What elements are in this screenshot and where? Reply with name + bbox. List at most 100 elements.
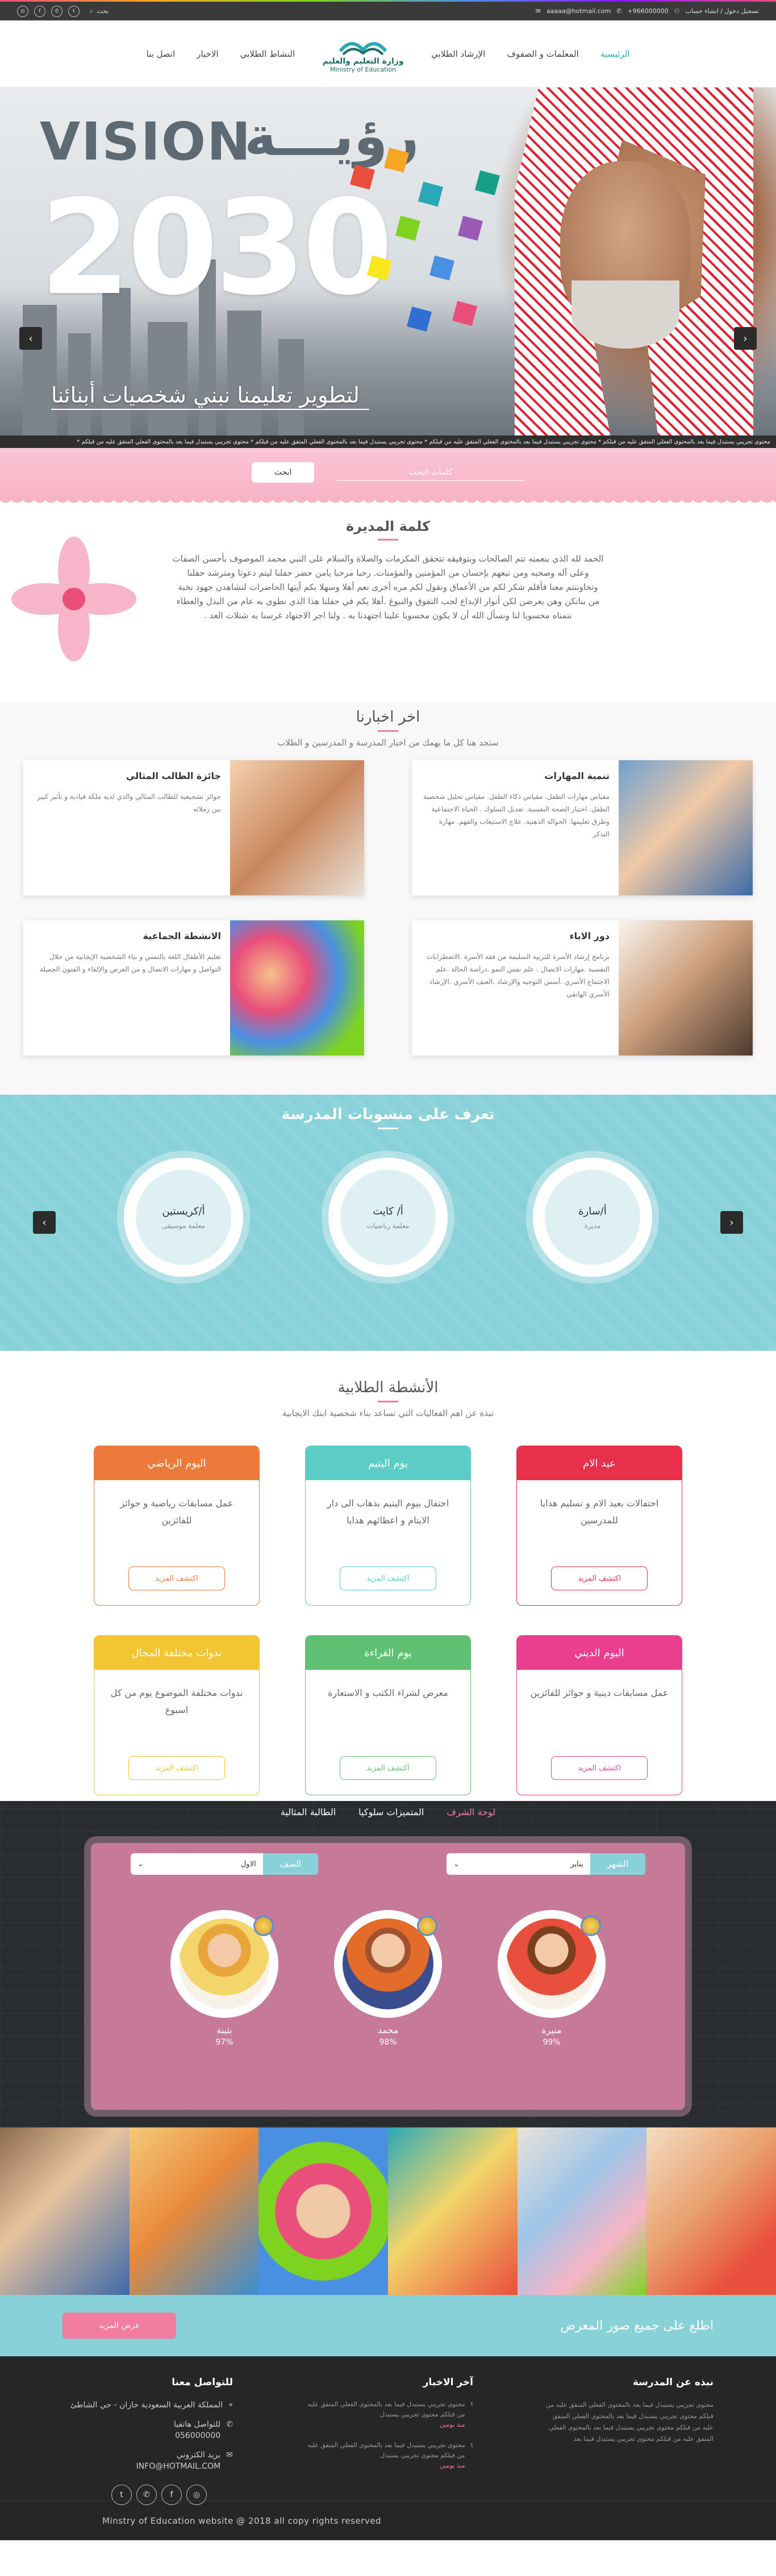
discover-more-button[interactable]: اكتشف المزيد (340, 1756, 436, 1780)
month-select-value: ⌄ يناير (447, 1860, 590, 1869)
gallery-image[interactable] (0, 2127, 130, 2295)
whatsapp-icon[interactable]: ✆ (51, 5, 62, 17)
color-square (429, 255, 455, 281)
tab-behavior[interactable]: المتميزات سلوكيا (358, 1807, 424, 1817)
instagram-icon[interactable]: ◎ (17, 5, 28, 17)
student-score: 97% (215, 2038, 233, 2047)
nav-guidance[interactable]: الإرشاد الطلابي (431, 49, 485, 59)
facebook-icon[interactable]: f (34, 5, 45, 17)
user-icon: ⚇ (674, 7, 680, 15)
tab-ideal-student[interactable]: الطالبة المثالية (281, 1807, 336, 1817)
footer-email: ✉ بريد الكتروني INFO@HOTMAIL.COM (62, 2449, 233, 2472)
footer-news-item[interactable]: t محتوى تجريبي يستبدل فيما بعد بالمحتوى … (303, 2440, 473, 2471)
activity-title: يوم القراءة (306, 1636, 470, 1670)
tagline-underline (51, 409, 369, 410)
class-value: الاول (240, 1859, 256, 1869)
phone-icon: ✆ (226, 2420, 233, 2429)
honor-board: ⌄ الاول الصف ⌄ يناير الشهر بثينة 97% محم… (91, 1843, 685, 2110)
book-logo-icon (339, 42, 387, 56)
color-square (418, 181, 444, 207)
activity-text: عمل مسابقات رياضية و جوائز للفائزين (120, 1498, 233, 1526)
footer-contact: للتواصل معنا ⌖ المملكة العربية السعودية … (62, 2377, 233, 2481)
nav-home[interactable]: الرئيسية (600, 49, 630, 59)
activity-title: يوم اليتيم (306, 1446, 470, 1480)
footer-news-block: محتوى تجريبي يستبدل فيما بعد بالمحتوى ال… (303, 2440, 465, 2471)
gallery-image[interactable] (129, 2127, 259, 2295)
chevron-down-icon: ⌄ (453, 1859, 460, 1869)
envelope-icon: ✉ (226, 2451, 233, 2460)
discover-more-button[interactable]: اكتشف المزيد (340, 1566, 436, 1590)
class-select[interactable]: ⌄ الاول الصف (131, 1853, 318, 1875)
news-card-image (230, 920, 364, 1055)
activity-card: يوم القراءة معرض لشراء الكتب و الاستعارة… (305, 1635, 471, 1795)
staff-card-inner: أ/سارة مديرة (545, 1170, 640, 1265)
activities-subtitle: نبذة عن اهم الفعاليات التي تساعد بناء شخ… (282, 1408, 494, 1418)
news-card[interactable]: جائزة الطالب المثالي جوائز تشجيعية للطال… (23, 760, 364, 895)
news-card[interactable]: تنمية المهارات مقياس مهارات الطفل. مقياس… (412, 760, 753, 895)
footer-news-title: آخر الاخبار (423, 2377, 473, 2388)
news-ticker: محتوى تجريبي يستبدل فيما بعد بالمحتوى ال… (0, 435, 776, 448)
activity-card: يوم اليتيم احتفال بيوم اليتيم بذهاب الى … (305, 1446, 471, 1606)
nav-left: اتصل بنا الاخبار النشاط الطلابي (147, 49, 295, 59)
nav-news[interactable]: الاخبار (197, 49, 218, 59)
student-card[interactable]: منيرة 99% (498, 1910, 606, 2047)
staff-card[interactable]: أ/ كايت معلمة رياضيات (328, 1158, 448, 1277)
news-card[interactable]: دور الاباء برنامج إرشاد الأسرة للتربية ا… (412, 920, 753, 1055)
gallery-image[interactable] (388, 2127, 518, 2295)
month-select[interactable]: ⌄ يناير الشهر (447, 1853, 645, 1875)
show-more-button[interactable]: عرض المزيد (62, 2313, 176, 2339)
discover-more-button[interactable]: اكتشف المزيد (551, 1756, 648, 1780)
hero-prev-button[interactable]: ‹ (19, 327, 42, 350)
login-link[interactable]: تسجيل دخول / انشاء حساب (686, 7, 759, 15)
medal-icon (253, 1916, 274, 1936)
tab-honor-roll[interactable]: لوحة الشرف (447, 1807, 495, 1817)
staff-card[interactable]: أ/كريستين معلمة موسيقى (124, 1158, 243, 1277)
topbar-search[interactable]: ⌕ بحث (90, 7, 109, 15)
gallery-image[interactable] (646, 2127, 776, 2295)
nav-activity[interactable]: النشاط الطلابي (240, 49, 295, 59)
nav-right: الإرشاد الطلابي المعلمات و الصفوف الرئيس… (431, 49, 629, 59)
search-icon[interactable]: ⌕ (90, 7, 93, 15)
search-button[interactable]: ابحث (252, 462, 314, 483)
student-card[interactable]: محمد 98% (334, 1910, 442, 2047)
footer-news-item[interactable]: t محتوى تجريبي يستبدل فيما بعد بالمحتوى … (303, 2399, 473, 2430)
footer-email-address[interactable]: INFO@HOTMAIL.COM (136, 2462, 221, 2471)
honor-tabs: الطالبة المثالية المتميزات سلوكيا لوحة ا… (0, 1807, 776, 1817)
nav-teachers[interactable]: المعلمات و الصفوف (507, 49, 578, 59)
hero-next-button[interactable]: › (734, 327, 757, 350)
student-name: محمد (377, 2025, 399, 2035)
gallery-image[interactable] (258, 2127, 389, 2295)
footer-phone-number[interactable]: 056000000 (175, 2431, 220, 2440)
staff-name: أ/ كايت (373, 1205, 403, 1217)
news-section: اخر اخبارنا ستجد هنا كل ما يهمك من اخبار… (0, 702, 776, 1095)
month-label: الشهر (590, 1853, 645, 1875)
color-square (383, 147, 410, 173)
king-beard (571, 280, 679, 349)
building (227, 311, 261, 435)
student-card[interactable]: بثينة 97% (170, 1910, 278, 2047)
twitter-icon[interactable]: t (68, 5, 80, 17)
staff-next-button[interactable]: › (720, 1211, 743, 1234)
honor-board-section: الطالبة المثالية المتميزات سلوكيا لوحة ا… (0, 1801, 776, 2127)
activity-title: عيد الام (517, 1446, 682, 1480)
discover-more-button[interactable]: اكتشف المزيد (551, 1566, 648, 1590)
activity-text: عمل مسابقات دينية و جوائز للفائزين (530, 1687, 669, 1698)
gallery-image[interactable] (517, 2127, 647, 2295)
photo-gallery (0, 2127, 776, 2295)
news-card[interactable]: الانشطة الجماعية تعليم الأطفال اللغة بال… (23, 920, 364, 1055)
ministry-logo[interactable]: وزارة التعليم والعليم Ministry of Educat… (318, 26, 408, 82)
search-input[interactable] (337, 464, 524, 481)
topbar-search-label[interactable]: بحث (97, 7, 109, 15)
top-bar: ◎ f ✆ t ⌕ بحث ✉ aaaaa@hotmail.com ✆ +966… (0, 0, 776, 20)
staff-prev-button[interactable]: ‹ (33, 1211, 56, 1234)
footer-news-block: محتوى تجريبي يستبدل فيما بعد بالمحتوى ال… (303, 2399, 465, 2430)
discover-more-button[interactable]: اكتشف المزيد (128, 1756, 225, 1780)
staff-card[interactable]: أ/سارة مديرة (533, 1158, 652, 1277)
news-card-body: جوائز تشجيعية للطالب المثالي والذي لديه … (37, 793, 222, 813)
activity-title: ندوات مختلفة المجال (94, 1636, 259, 1670)
staff-title: تعرف على منسوبات المدرسة (281, 1106, 495, 1123)
activity-card: اليوم الديني عمل مسابقات دينية و جوائز ل… (516, 1635, 682, 1795)
discover-more-button[interactable]: اكتشف المزيد (128, 1566, 225, 1590)
nav-contact[interactable]: اتصل بنا (147, 49, 176, 59)
footer-news-date: منذ يومين (439, 2462, 465, 2469)
